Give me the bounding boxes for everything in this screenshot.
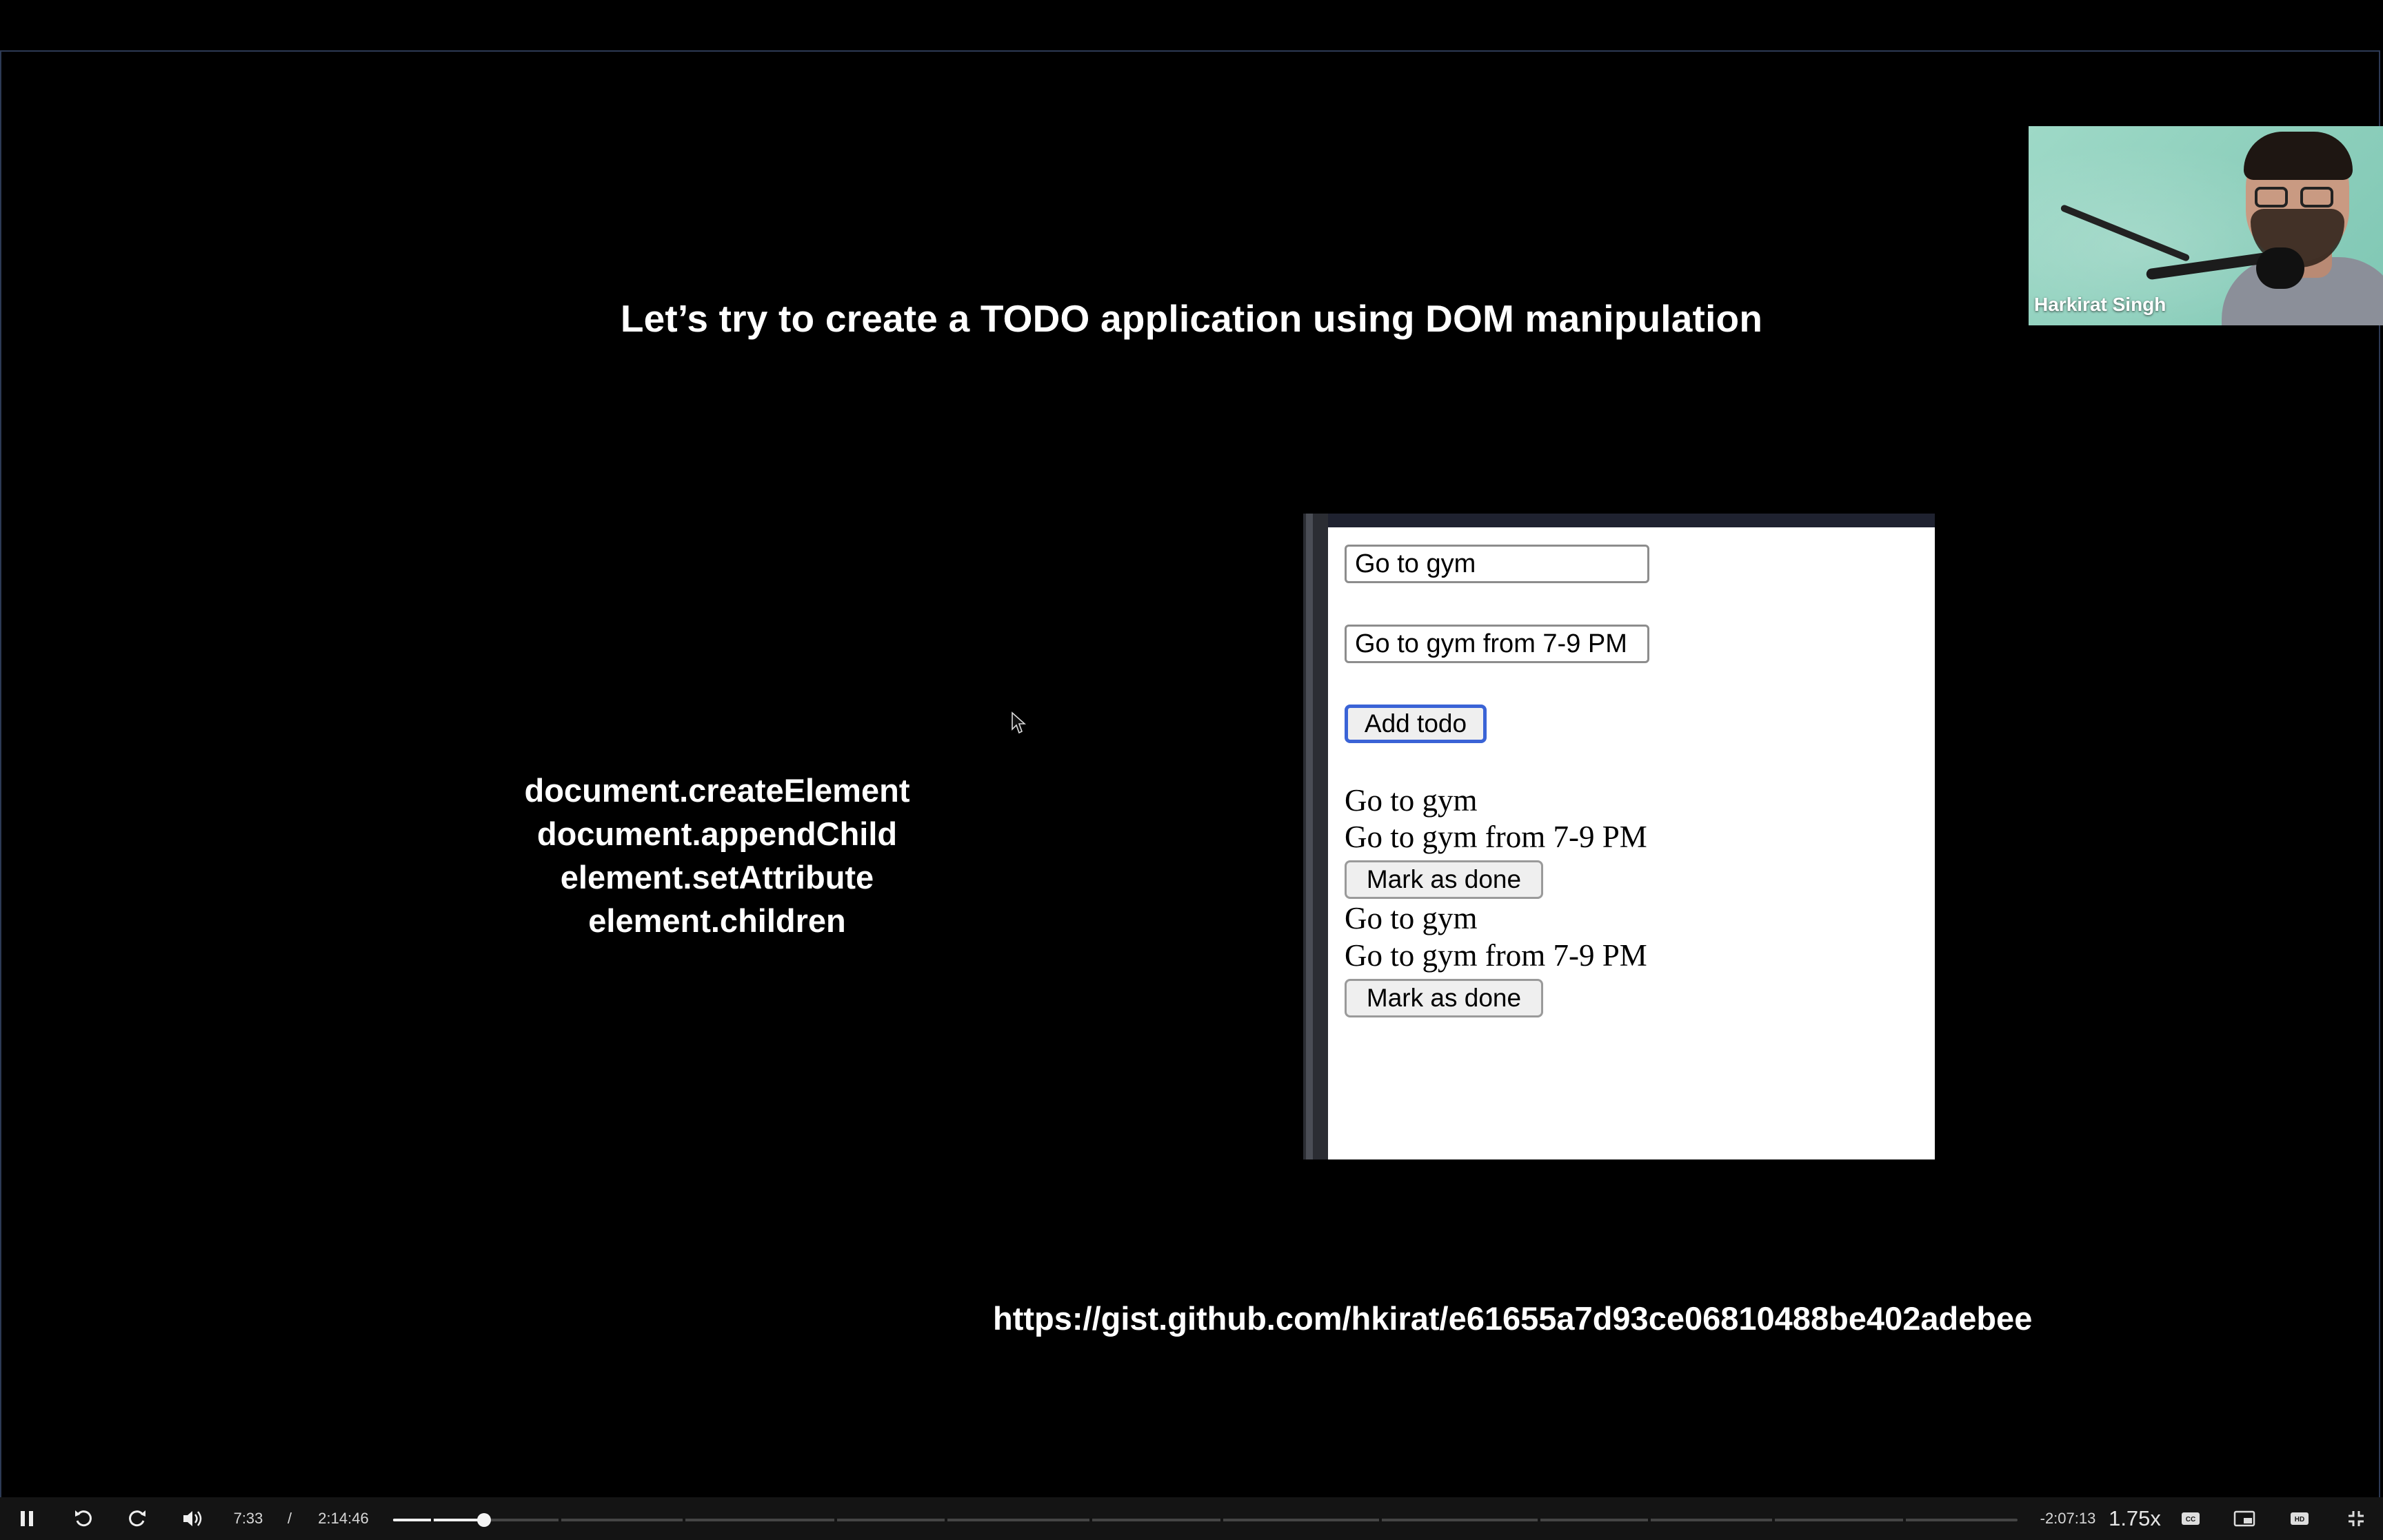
hd-icon[interactable]: HD bbox=[2284, 1497, 2315, 1540]
time-separator: / bbox=[287, 1510, 292, 1527]
rewind-icon[interactable] bbox=[68, 1497, 99, 1540]
glasses-left-lens bbox=[2255, 187, 2288, 207]
seek-bar[interactable] bbox=[393, 1513, 2018, 1527]
chapter-marker bbox=[1772, 1519, 1775, 1521]
presenter-glasses bbox=[2255, 187, 2337, 210]
exit-fullscreen-icon[interactable] bbox=[2340, 1497, 2372, 1540]
current-time: 7:33 bbox=[233, 1510, 263, 1527]
picture-in-picture-icon[interactable] bbox=[2229, 1497, 2260, 1540]
add-todo-button[interactable]: Add todo bbox=[1345, 705, 1487, 743]
presenter-webcam: Harkirat Singh bbox=[2029, 126, 2383, 325]
gist-url: https://gist.github.com/hkirat/e61655a7d… bbox=[993, 1300, 2033, 1337]
chapter-marker bbox=[1089, 1519, 1092, 1521]
mark-as-done-button[interactable]: Mark as done bbox=[1345, 860, 1543, 899]
volume-icon[interactable] bbox=[177, 1497, 208, 1540]
chapter-marker bbox=[1648, 1519, 1651, 1521]
chapter-marker bbox=[431, 1519, 434, 1521]
seek-bar-played bbox=[393, 1519, 484, 1521]
todo-page: Add todo Go to gym Go to gym from 7-9 PM… bbox=[1328, 527, 1935, 1159]
todo-demo-screenshot: Add todo Go to gym Go to gym from 7-9 PM… bbox=[1303, 514, 1935, 1159]
microphone bbox=[2256, 247, 2304, 289]
mouse-cursor-icon bbox=[1012, 711, 1026, 734]
dom-methods-list: document.createElement document.appendCh… bbox=[441, 769, 993, 942]
method-item: element.children bbox=[588, 902, 846, 939]
chapter-marker bbox=[945, 1519, 947, 1521]
glasses-right-lens bbox=[2300, 187, 2333, 207]
chapter-marker bbox=[683, 1519, 685, 1521]
playback-rate-button[interactable]: 1.75x bbox=[2106, 1497, 2164, 1540]
chapter-marker bbox=[1220, 1519, 1223, 1521]
chapter-marker bbox=[559, 1519, 561, 1521]
captions-icon[interactable]: CC bbox=[2175, 1497, 2206, 1540]
chapter-marker bbox=[834, 1519, 837, 1521]
method-item: element.setAttribute bbox=[560, 859, 874, 895]
editor-scrollbar bbox=[1306, 514, 1313, 1159]
todo-title: Go to gym bbox=[1345, 901, 1478, 935]
slide-title: Let’s try to create a TODO application u… bbox=[620, 297, 1763, 340]
chapter-marker bbox=[1538, 1519, 1540, 1521]
video-frame bbox=[0, 50, 2380, 1497]
todo-title: Go to gym bbox=[1345, 783, 1478, 818]
svg-text:CC: CC bbox=[2186, 1516, 2195, 1523]
svg-text:HD: HD bbox=[2295, 1516, 2304, 1523]
mark-as-done-button[interactable]: Mark as done bbox=[1345, 979, 1543, 1017]
browser-topbar bbox=[1328, 514, 1935, 527]
method-item: document.createElement bbox=[524, 772, 910, 809]
remaining-time: -2:07:13 bbox=[2040, 1510, 2096, 1527]
chapter-marker bbox=[1379, 1519, 1382, 1521]
chapter-marker bbox=[1903, 1519, 1906, 1521]
method-item: document.appendChild bbox=[536, 815, 898, 852]
presenter-name: Harkirat Singh bbox=[2034, 294, 2166, 315]
seek-bar-handle[interactable] bbox=[476, 1513, 491, 1527]
todo-description: Go to gym from 7-9 PM bbox=[1345, 820, 1647, 854]
todo-description: Go to gym from 7-9 PM bbox=[1345, 938, 1647, 973]
todo-description-input[interactable] bbox=[1345, 625, 1649, 663]
pause-icon[interactable] bbox=[12, 1497, 41, 1540]
forward-icon[interactable] bbox=[121, 1497, 153, 1540]
total-duration: 2:14:46 bbox=[318, 1510, 369, 1527]
todo-title-input[interactable] bbox=[1345, 545, 1649, 583]
presenter-hair bbox=[2244, 132, 2353, 180]
